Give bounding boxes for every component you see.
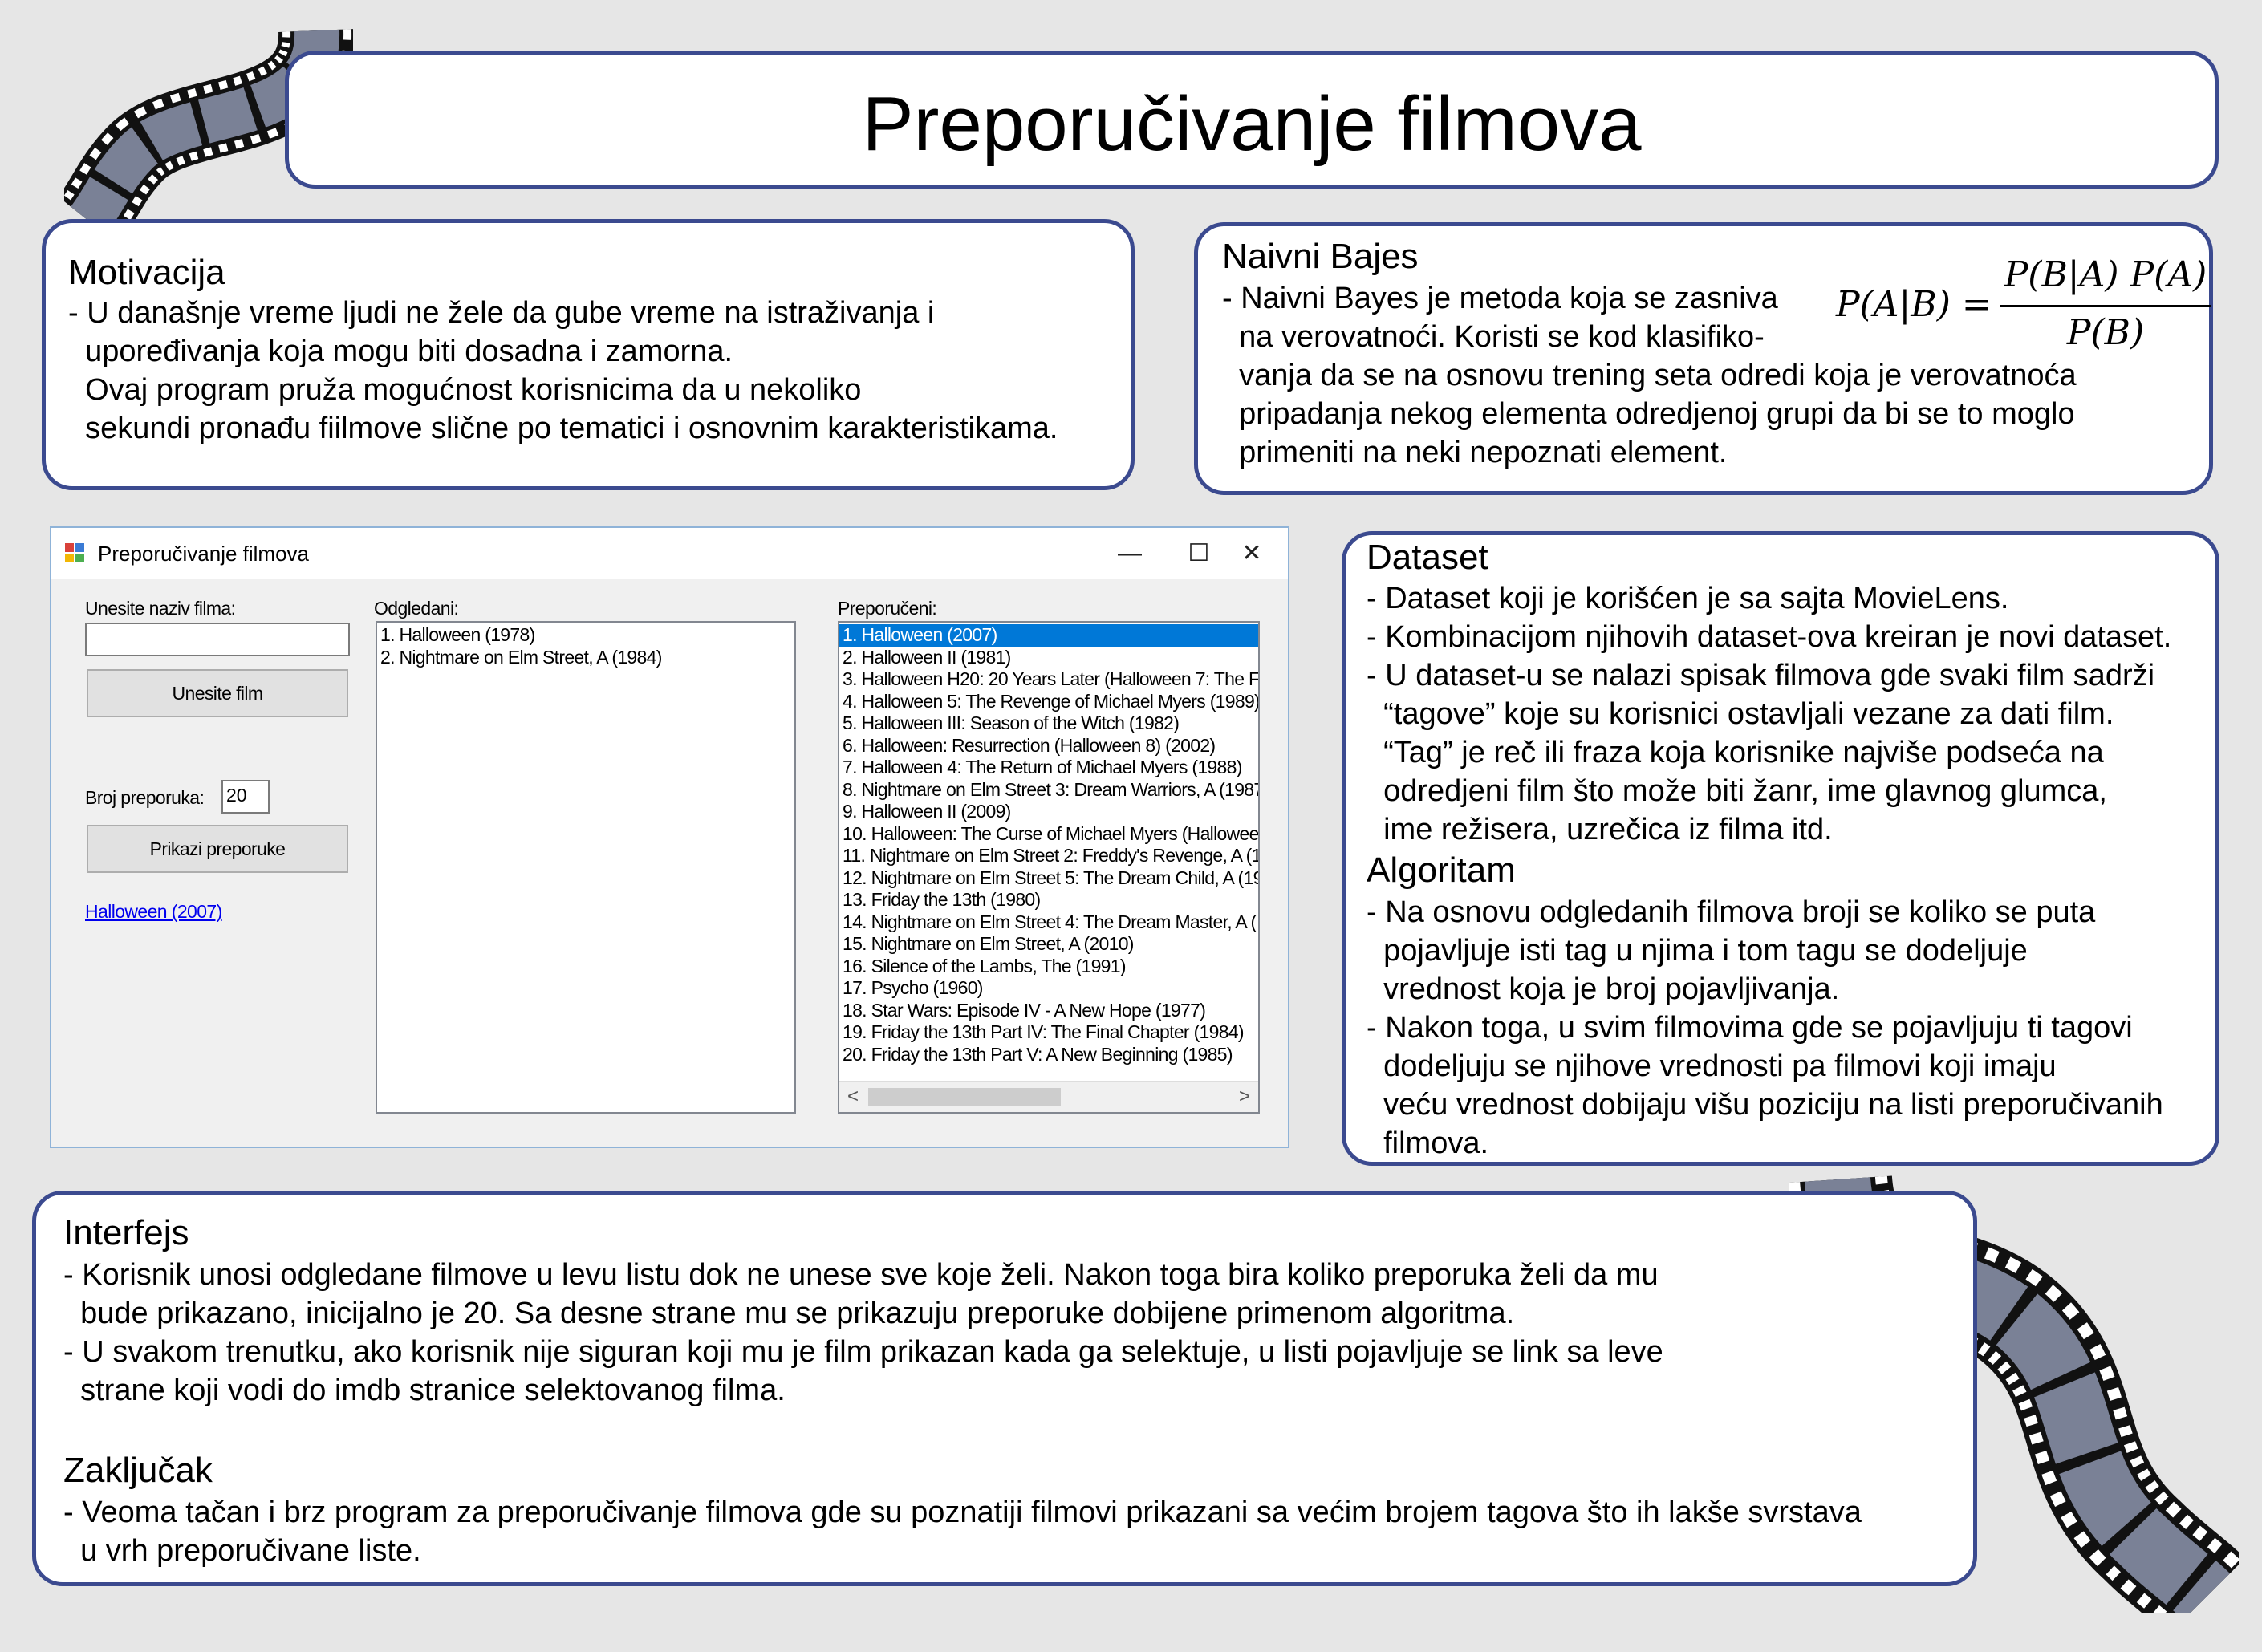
- motivacija-heading: Motivacija: [68, 253, 225, 292]
- watched-list-label: Odgledani:: [374, 598, 459, 619]
- algoritam-line: filmova.: [1367, 1126, 1489, 1160]
- algoritam-line: veću vrednost dobijaju višu poziciju na …: [1367, 1088, 2163, 1122]
- page-title: Preporučivanje filmova: [862, 81, 1642, 167]
- naivni-bajes-line: na verovatnoći. Koristi se kod klasifiko…: [1222, 320, 1765, 354]
- list-item[interactable]: 2. Halloween II (1981): [839, 647, 1258, 669]
- naivni-bajes-line: primeniti na neki nepoznati element.: [1222, 436, 1728, 469]
- list-item[interactable]: 16. Silence of the Lambs, The (1991): [839, 956, 1258, 978]
- naivni-bajes-heading: Naivni Bajes: [1222, 237, 1419, 276]
- dataset-line: - Dataset koji je korišćen je sa sajta M…: [1367, 582, 2009, 615]
- interfejs-line: - Korisnik unosi odgledane filmove u lev…: [63, 1258, 1659, 1292]
- interfejs-box: Interfejs - Korisnik unosi odgledane fil…: [32, 1191, 1977, 1586]
- algoritam-heading: Algoritam: [1367, 850, 1516, 890]
- motivacija-box: Motivacija - U današnje vreme ljudi ne ž…: [42, 219, 1135, 490]
- algoritam-line: - Na osnovu odgledanih filmova broji se …: [1367, 895, 2096, 929]
- zakljucak-heading: Zaključak: [63, 1451, 213, 1490]
- zakljucak-line: - Veoma tačan i brz program za preporuči…: [63, 1496, 1862, 1529]
- list-item[interactable]: 17. Psycho (1960): [839, 977, 1258, 1000]
- horizontal-scrollbar[interactable]: < >: [839, 1081, 1258, 1112]
- motivacija-line: upoređivanja koja mogu biti dosadna i za…: [68, 335, 733, 368]
- list-item[interactable]: 1. Halloween (1978): [377, 624, 794, 647]
- list-item[interactable]: 10. Halloween: The Curse of Michael Myer…: [839, 823, 1258, 846]
- naivni-bajes-line: vanja da se na osnovu trening seta odred…: [1222, 359, 2077, 392]
- watched-list[interactable]: 1. Halloween (1978) 2. Nightmare on Elm …: [376, 621, 796, 1114]
- window-title: Preporučivanje filmova: [98, 542, 310, 566]
- interfejs-line: strane koji vodi do imdb stranice selekt…: [63, 1374, 786, 1407]
- list-item-selected[interactable]: 1. Halloween (2007): [839, 624, 1258, 647]
- list-item[interactable]: 5. Halloween III: Season of the Witch (1…: [839, 712, 1258, 735]
- scroll-left-arrow-icon[interactable]: <: [841, 1083, 865, 1110]
- motivacija-line: - U današnje vreme ljudi ne žele da gube…: [68, 296, 935, 330]
- interfejs-line: - U svakom trenutku, ako korisnik nije s…: [63, 1335, 1663, 1369]
- dataset-line: odredjeni film što može biti žanr, ime g…: [1367, 774, 2107, 808]
- zakljucak-line: u vrh preporučivane liste.: [63, 1534, 421, 1568]
- algoritam-line: - Nakon toga, u svim filmovima gde se po…: [1367, 1011, 2133, 1045]
- list-item[interactable]: 7. Halloween 4: The Return of Michael My…: [839, 757, 1258, 779]
- dataset-line: - Kombinacijom njihovih dataset-ova krei…: [1367, 620, 2172, 654]
- bayes-formula-denominator: P(B): [2066, 312, 2145, 353]
- minimize-button[interactable]: —: [1106, 533, 1154, 574]
- bayes-formula-lhs: P(A|B) =: [1836, 284, 1992, 325]
- list-item[interactable]: 9. Halloween II (2009): [839, 801, 1258, 823]
- list-item[interactable]: 6. Halloween: Resurrection (Halloween 8)…: [839, 735, 1258, 757]
- list-item[interactable]: 13. Friday the 13th (1980): [839, 889, 1258, 911]
- app-window: Preporučivanje filmova — ☐ ✕ Unesite naz…: [50, 526, 1289, 1148]
- naivni-bajes-box: Naivni Bajes - Naivni Bayes je metoda ko…: [1194, 222, 2213, 495]
- dataset-heading: Dataset: [1367, 538, 1488, 577]
- bayes-formula-numerator: P(B|A) P(A): [2004, 254, 2207, 295]
- film-name-input[interactable]: [85, 623, 350, 656]
- algoritam-line: dodeljuju se njihove vrednosti pa filmov…: [1367, 1049, 2057, 1083]
- naivni-bajes-line: - Naivni Bayes je metoda koja se zasniva: [1222, 282, 1778, 315]
- close-button[interactable]: ✕: [1228, 533, 1276, 574]
- motivacija-line: Ovaj program pruža mogućnost korisnicima…: [68, 373, 862, 407]
- motivacija-line: sekundi pronađu fiilmove slične po temat…: [68, 412, 1058, 445]
- list-item[interactable]: 4. Halloween 5: The Revenge of Michael M…: [839, 691, 1258, 713]
- imdb-link[interactable]: Halloween (2007): [85, 900, 222, 923]
- list-item[interactable]: 12. Nightmare on Elm Street 5: The Dream…: [839, 867, 1258, 890]
- title-box: Preporučivanje filmova: [285, 51, 2219, 189]
- algoritam-line: pojavljuje isti tag u njima i tom tagu s…: [1367, 934, 2028, 968]
- film-name-label: Unesite naziv filma:: [85, 598, 236, 619]
- dataset-line: “Tag” je reč ili fraza koja korisnike na…: [1367, 736, 2104, 769]
- scrollbar-thumb[interactable]: [868, 1088, 1061, 1106]
- dataset-line: - U dataset-u se nalazi spisak filmova g…: [1367, 659, 2155, 692]
- recommendation-count-input[interactable]: 20: [221, 780, 270, 814]
- recommendation-count-label: Broj preporuka:: [85, 787, 205, 808]
- list-item[interactable]: 3. Halloween H20: 20 Years Later (Hallow…: [839, 668, 1258, 691]
- list-item[interactable]: 14. Nightmare on Elm Street 4: The Dream…: [839, 911, 1258, 934]
- enter-film-button[interactable]: Unesite film: [87, 669, 348, 717]
- list-item[interactable]: 15. Nightmare on Elm Street, A (2010): [839, 933, 1258, 956]
- naivni-bajes-line: pripadanja nekog elementa odredjenoj gru…: [1222, 397, 2075, 431]
- recommended-list-label: Preporučeni:: [838, 598, 937, 619]
- maximize-button[interactable]: ☐: [1175, 533, 1223, 574]
- list-item[interactable]: 19. Friday the 13th Part IV: The Final C…: [839, 1021, 1258, 1044]
- interfejs-line: bude prikazano, inicijalno je 20. Sa des…: [63, 1297, 1515, 1330]
- app-icon: [65, 543, 84, 562]
- interfejs-heading: Interfejs: [63, 1213, 189, 1252]
- list-item[interactable]: 8. Nightmare on Elm Street 3: Dream Warr…: [839, 779, 1258, 802]
- bayes-fraction-bar: [2000, 305, 2211, 307]
- list-item[interactable]: 11. Nightmare on Elm Street 2: Freddy's …: [839, 845, 1258, 867]
- window-client-area: Unesite naziv filma: Unesite film Broj p…: [51, 579, 1288, 1147]
- window-titlebar[interactable]: Preporučivanje filmova — ☐ ✕: [51, 528, 1288, 579]
- scroll-right-arrow-icon[interactable]: >: [1233, 1083, 1257, 1110]
- list-item[interactable]: 2. Nightmare on Elm Street, A (1984): [377, 647, 794, 669]
- list-item[interactable]: 20. Friday the 13th Part V: A New Beginn…: [839, 1044, 1258, 1066]
- show-recommendations-button[interactable]: Prikazi preporuke: [87, 825, 348, 873]
- dataset-line: “tagove” koje su korisnici ostavljali ve…: [1367, 697, 2114, 731]
- dataset-box: Dataset - Dataset koji je korišćen je sa…: [1342, 531, 2219, 1166]
- dataset-line: ime režisera, uzrečica iz filma itd.: [1367, 813, 1833, 846]
- list-item[interactable]: 18. Star Wars: Episode IV - A New Hope (…: [839, 1000, 1258, 1022]
- algoritam-line: vrednost koja je broj pojavljivanja.: [1367, 972, 1840, 1006]
- recommended-list[interactable]: 1. Halloween (2007) 2. Halloween II (198…: [838, 621, 1260, 1114]
